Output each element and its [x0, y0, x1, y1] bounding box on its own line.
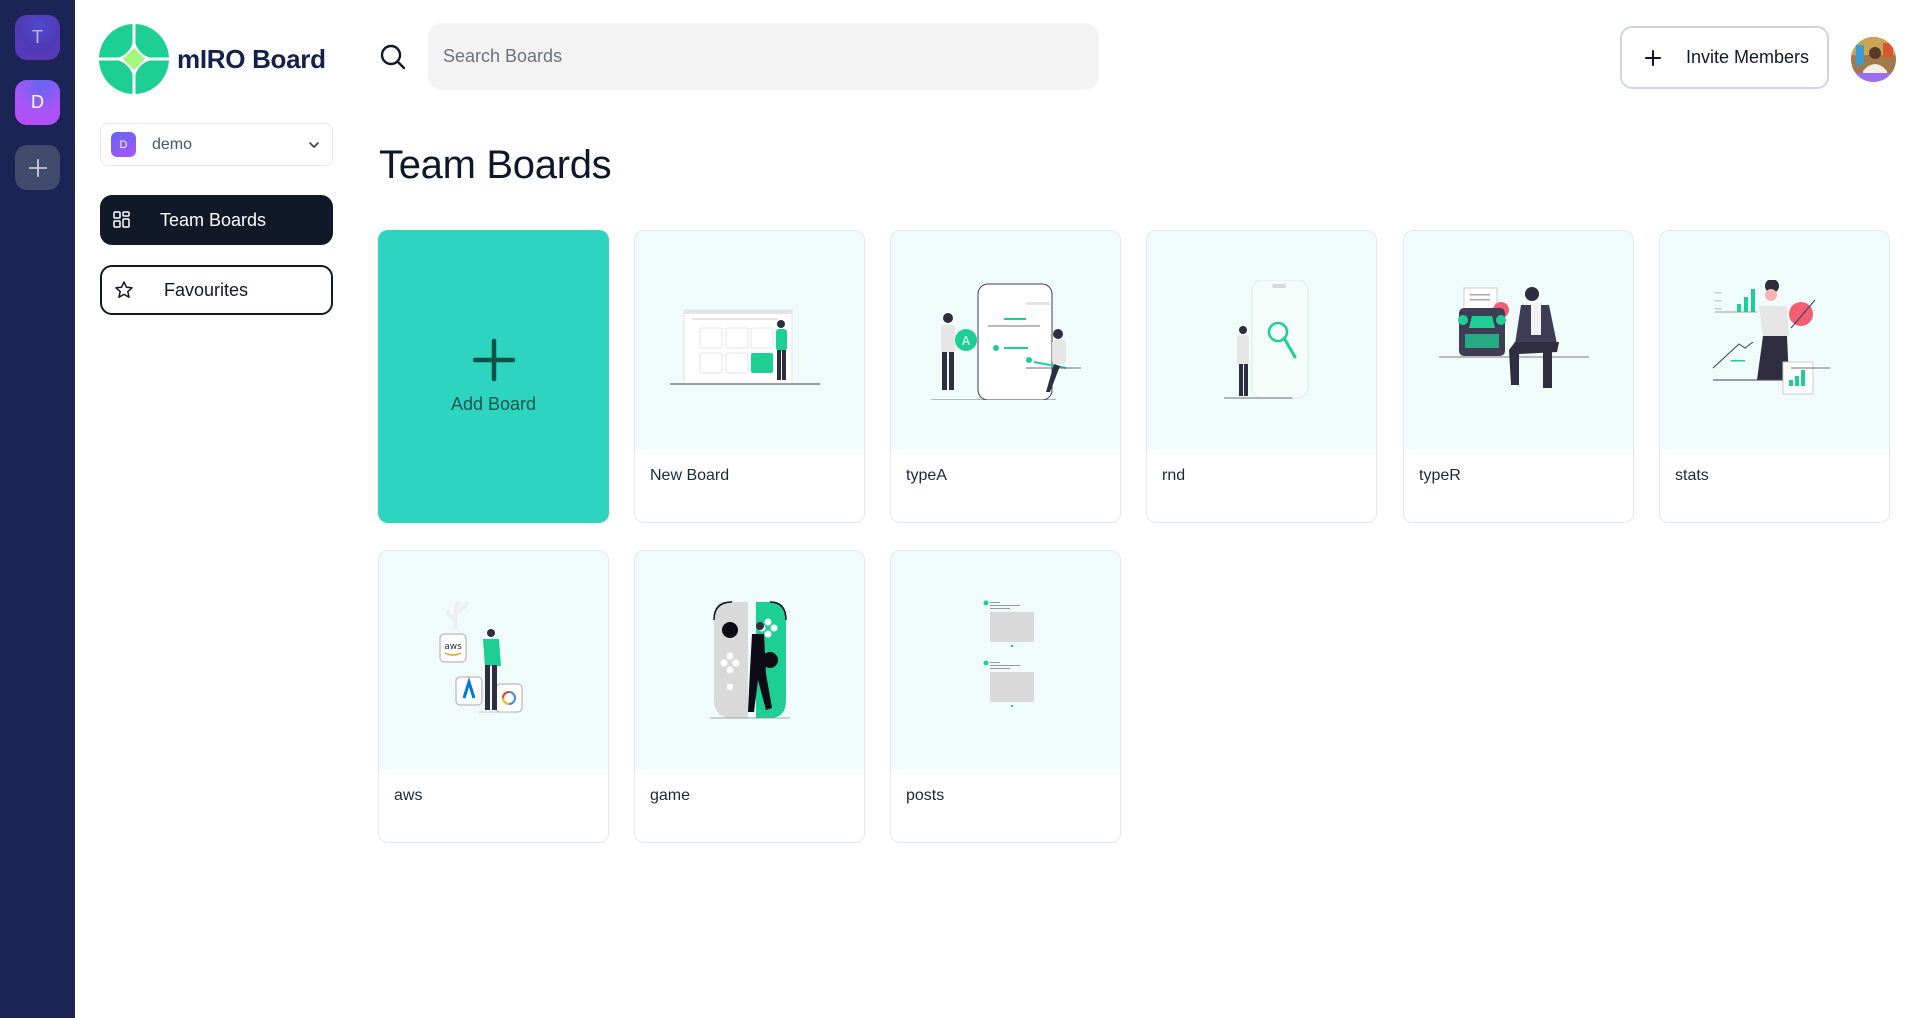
board-title: New Board: [650, 467, 730, 484]
org-select-avatar: D: [111, 132, 136, 157]
plus-icon: [472, 338, 515, 382]
board-title: typeA: [906, 467, 947, 484]
add-board-label: Add Board: [450, 394, 537, 414]
svg-text:A: A: [961, 334, 970, 348]
add-board-card[interactable]: Add Board: [378, 230, 609, 523]
board-card[interactable]: posts: [890, 550, 1121, 843]
org-switch-d[interactable]: D: [15, 80, 60, 125]
typewriter-illustration: [1438, 287, 1589, 388]
board-thumbnail: [635, 231, 864, 449]
org-switch-t[interactable]: T: [15, 15, 60, 60]
board-title: posts: [906, 787, 945, 804]
plus-icon: [28, 158, 47, 177]
board-thumbnail: [635, 551, 864, 769]
org-initial: D: [31, 92, 44, 112]
board-title: rnd: [1162, 467, 1186, 484]
logo[interactable]: mIRO Board: [99, 24, 326, 94]
invite-members-button[interactable]: Invite Members: [1620, 26, 1829, 89]
board-card[interactable]: typeR: [1403, 230, 1634, 523]
grid-icon: [113, 211, 130, 228]
search-input[interactable]: [428, 23, 1099, 90]
stats-woman-illustration: [1712, 280, 1830, 395]
logo-icon: [99, 24, 169, 94]
board-card[interactable]: aws aws: [378, 550, 609, 843]
search-phone-illustration: [1223, 280, 1308, 399]
board-thumbnail: aws: [379, 551, 608, 769]
board-thumbnail: [1660, 231, 1889, 449]
nav-team-boards[interactable]: Team Boards: [100, 195, 333, 245]
nav-team-boards-label: Team Boards: [160, 209, 267, 230]
board-title: stats: [1675, 467, 1709, 484]
svg-text:aws: aws: [444, 642, 462, 652]
nav-favourites-label: Favourites: [164, 279, 249, 300]
board-card[interactable]: A typeA: [890, 230, 1121, 523]
chat-phone-illustration: A: [930, 283, 1081, 400]
sidebar: mIRO Board D demo Team Boards Favourites: [75, 0, 365, 1018]
board-title: game: [650, 787, 691, 804]
posts-list-illustration: [983, 600, 1034, 708]
board-card[interactable]: rnd: [1146, 230, 1377, 523]
game-controller-illustration: [709, 601, 790, 719]
cloud-providers-illustration: aws: [439, 601, 522, 713]
user-avatar[interactable]: [1851, 37, 1896, 82]
board-card[interactable]: stats: [1659, 230, 1890, 523]
board-title: aws: [394, 787, 423, 804]
star-icon: [115, 281, 133, 298]
nav-favourites[interactable]: Favourites: [100, 265, 333, 315]
chevron-down-icon: [309, 141, 319, 148]
org-initial: T: [32, 27, 43, 47]
create-org-button[interactable]: [15, 145, 60, 190]
org-select[interactable]: D demo: [100, 123, 333, 166]
logo-text: mIRO Board: [177, 43, 326, 74]
board-thumbnail: [891, 551, 1120, 769]
page-title: Team Boards: [379, 143, 612, 187]
board-woman-illustration: [669, 309, 820, 385]
plus-icon: [1645, 49, 1661, 66]
invite-members-label: Invite Members: [1686, 47, 1810, 67]
avatar-photo: [1851, 37, 1896, 82]
org-rail: T D: [0, 0, 75, 1018]
org-select-value: demo: [152, 135, 193, 153]
board-title: typeR: [1419, 467, 1461, 484]
board-thumbnail: [1404, 231, 1633, 449]
board-card[interactable]: game: [634, 550, 865, 843]
board-thumbnail: [1147, 231, 1376, 449]
board-thumbnail: A: [891, 231, 1120, 449]
board-card[interactable]: New Board: [634, 230, 865, 523]
search-icon[interactable]: [379, 43, 407, 71]
